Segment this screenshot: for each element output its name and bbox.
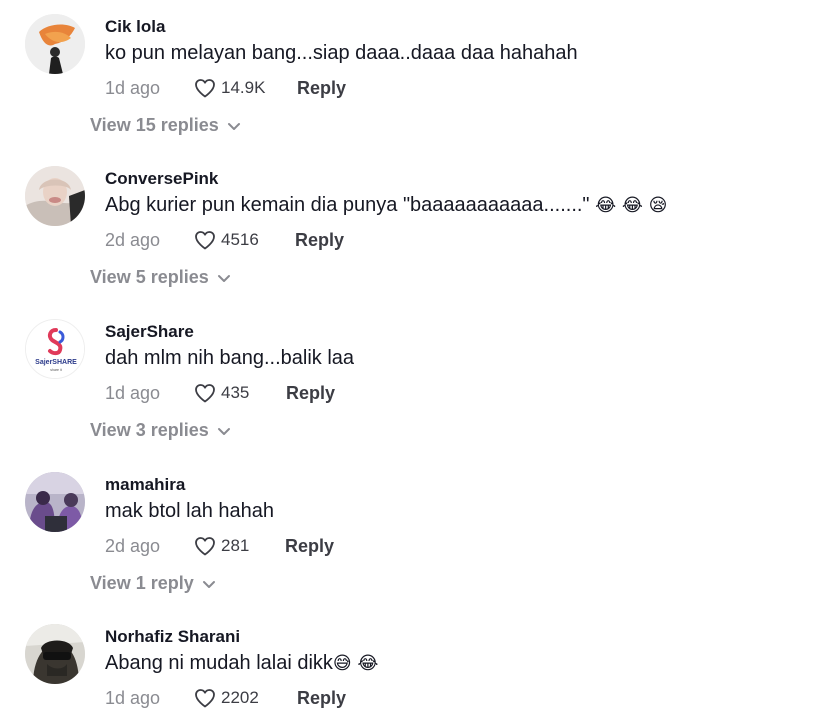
avatar-image: [25, 166, 85, 226]
reply-button[interactable]: Reply: [297, 78, 346, 99]
comment-meta: 2d ago 4516 Reply: [105, 226, 344, 254]
like-button[interactable]: 281: [193, 534, 285, 558]
svg-text:SajerSHARE: SajerSHARE: [35, 359, 77, 366]
like-count: 14.9K: [221, 78, 266, 97]
reply-button[interactable]: Reply: [295, 230, 344, 251]
comment-text: Abg kurier pun kemain dia punya "baaaaaa…: [105, 194, 667, 217]
comment-meta: 1d ago 14.9K Reply: [105, 74, 346, 102]
comment-text-body: ko pun melayan bang...siap daaa..daaa da…: [105, 42, 578, 64]
like-button[interactable]: 14.9K: [193, 76, 297, 100]
chevron-down-icon: [217, 274, 230, 282]
comment-text-body: Abang ni mudah lalai dikk: [105, 652, 333, 674]
comment-item: mamahira mak btol lah hahah 2d ago 281 R…: [0, 458, 832, 611]
reply-button[interactable]: Reply: [286, 383, 335, 404]
view-replies-button[interactable]: View 3 replies: [90, 420, 231, 441]
view-replies-button[interactable]: View 1 reply: [90, 573, 216, 594]
view-replies-button[interactable]: View 15 replies: [90, 115, 241, 136]
avatar-image: [25, 472, 85, 532]
timestamp: 1d ago: [105, 687, 161, 708]
view-replies-label: View 15 replies: [90, 115, 219, 135]
avatar[interactable]: [25, 624, 85, 684]
comment-item: Norhafiz Sharani Abang ni mudah lalai di…: [0, 610, 832, 722]
like-button[interactable]: 2202: [193, 686, 297, 710]
comment-text-body: dah mlm nih bang...balik laa: [105, 347, 355, 369]
comment-meta: 1d ago 2202 Reply: [105, 684, 346, 712]
like-count: 2202: [221, 688, 259, 707]
comment-item: SajerSHARE share it SajerShare dah mlm n…: [0, 305, 832, 458]
chevron-down-icon: [202, 580, 215, 588]
avatar-image: [25, 14, 85, 74]
heart-outline-icon: [195, 537, 215, 556]
username[interactable]: Cik lola: [105, 17, 165, 37]
like-count: 281: [221, 536, 250, 555]
heart-outline-icon: [195, 384, 215, 403]
username[interactable]: mamahira: [105, 475, 185, 495]
comment-text: ko pun melayan bang...siap daaa..daaa da…: [105, 42, 578, 65]
comment-meta: 2d ago 281 Reply: [105, 532, 334, 560]
username[interactable]: SajerShare: [105, 322, 194, 342]
timestamp: 1d ago: [105, 382, 161, 403]
like-button[interactable]: 4516: [193, 228, 295, 252]
avatar[interactable]: [25, 14, 85, 74]
avatar[interactable]: SajerSHARE share it: [25, 319, 85, 379]
comment-text: Abang ni mudah lalai dikk😅 😂: [105, 652, 378, 675]
reply-button[interactable]: Reply: [285, 536, 334, 557]
reply-button[interactable]: Reply: [297, 688, 346, 709]
username[interactable]: ConversePink: [105, 169, 218, 189]
comment-text-body: Abg kurier pun kemain dia punya "baaaaaa…: [105, 194, 590, 216]
comment-item: ConversePink Abg kurier pun kemain dia p…: [0, 152, 832, 305]
comment-item: Cik lola ko pun melayan bang...siap daaa…: [0, 0, 832, 153]
heart-outline-icon: [195, 689, 215, 708]
view-replies-label: View 1 reply: [90, 573, 194, 593]
timestamp: 1d ago: [105, 77, 161, 98]
comment-text-body: mak btol lah hahah: [105, 500, 275, 522]
heart-outline-icon: [195, 79, 215, 98]
like-button[interactable]: 435: [193, 381, 286, 405]
view-replies-button[interactable]: View 5 replies: [90, 267, 231, 288]
timestamp: 2d ago: [105, 535, 161, 556]
username[interactable]: Norhafiz Sharani: [105, 627, 240, 647]
comment-meta: 1d ago 435 Reply: [105, 379, 335, 407]
emoji-group: 😅 😂: [332, 653, 379, 674]
chevron-down-icon: [227, 122, 240, 130]
emoji-group: 😂 😂 😪: [595, 195, 668, 216]
avatar-image: [25, 624, 85, 684]
svg-text:share it: share it: [50, 368, 62, 372]
view-replies-label: View 3 replies: [90, 420, 209, 440]
comment-text: mak btol lah hahah: [105, 500, 274, 523]
heart-outline-icon: [195, 231, 215, 250]
comment-text: dah mlm nih bang...balik laa: [105, 347, 354, 370]
like-count: 4516: [221, 230, 259, 249]
like-count: 435: [221, 383, 250, 402]
chevron-down-icon: [217, 427, 230, 435]
view-replies-label: View 5 replies: [90, 267, 209, 287]
timestamp: 2d ago: [105, 229, 161, 250]
avatar[interactable]: [25, 472, 85, 532]
sajershare-logo: SajerSHARE share it: [26, 320, 84, 378]
avatar[interactable]: [25, 166, 85, 226]
